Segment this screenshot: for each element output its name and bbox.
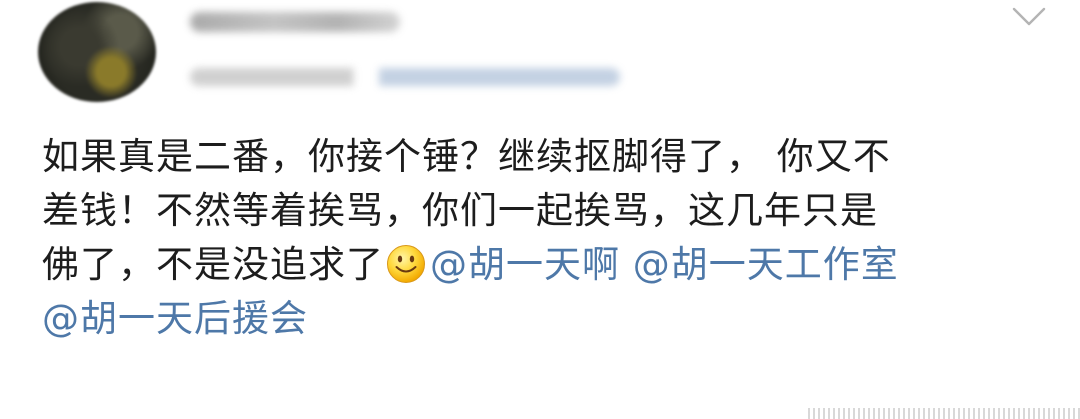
post-text-line-1: 如果真是二番，你接个锤？继续抠脚得了， 你又不 — [42, 135, 891, 178]
mention-hu-yitian-fanclub[interactable]: @胡一天后援会 — [42, 297, 308, 340]
bottom-divider — [808, 408, 1080, 419]
author-name-blurred[interactable] — [190, 12, 400, 32]
mention-hu-yitian[interactable]: @胡一天啊 — [430, 243, 620, 286]
smiley-face-icon — [387, 245, 425, 283]
post-body: 如果真是二番，你接个锤？继续抠脚得了， 你又不 差钱！不然等着挨骂，你们一起挨骂，… — [42, 130, 1042, 346]
post-text-line-3: 佛了，不是没追求了 — [42, 243, 384, 286]
post-text-line-2: 差钱！不然等着挨骂，你们一起挨骂，这几年只是 — [42, 189, 878, 232]
mention-hu-yitian-studio[interactable]: @胡一天工作室 — [633, 243, 899, 286]
chevron-down-icon[interactable] — [1011, 6, 1047, 28]
author-avatar[interactable] — [38, 2, 156, 102]
post-meta-blurred — [190, 68, 620, 86]
